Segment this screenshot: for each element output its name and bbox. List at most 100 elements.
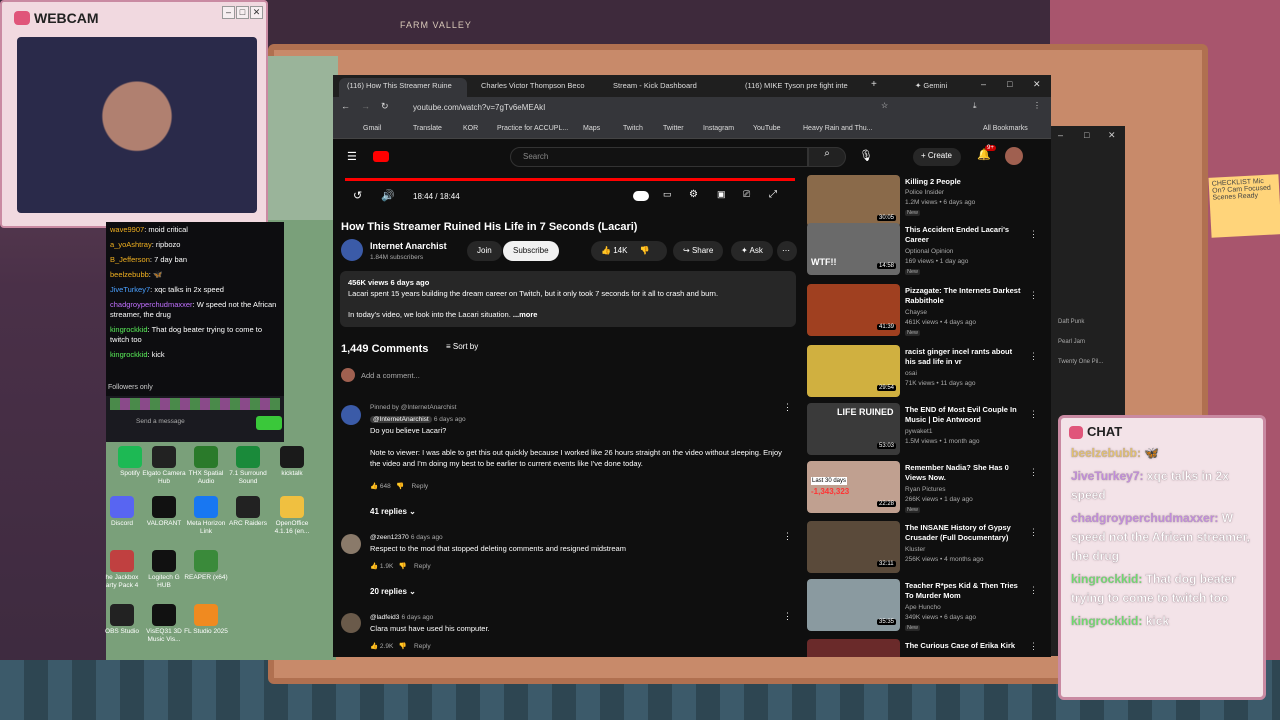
- new-tab-icon[interactable]: +: [871, 79, 877, 90]
- reload-icon[interactable]: ↻: [381, 101, 389, 112]
- desktop-icon-meta[interactable]: Meta Horizon Link: [184, 496, 228, 536]
- desktop-icon-arc[interactable]: ARC Raiders: [226, 496, 270, 528]
- recommended-video[interactable]: 41:39 Pizzagate: The Internets Darkest R…: [807, 284, 1043, 342]
- video-title[interactable]: Remember Nadia? She Has 0 Views Now.: [905, 463, 1025, 483]
- video-title[interactable]: racist ginger incel rants about his sad …: [905, 347, 1025, 367]
- share-button[interactable]: ↪ Share: [673, 241, 724, 261]
- video-channel[interactable]: Ape Huncho: [905, 604, 941, 611]
- video-title[interactable]: The INSANE History of Gypsy Crusader (Fu…: [905, 523, 1025, 543]
- video-channel[interactable]: Ryan Pictures: [905, 486, 945, 493]
- recommended-video[interactable]: 29:54 racist ginger incel rants about hi…: [807, 345, 1043, 403]
- recommended-video[interactable]: Last 30 days -1,343,323 22:28 Remember Na…: [807, 461, 1043, 519]
- youtube-logo-icon[interactable]: [373, 151, 389, 162]
- autoplay-toggle[interactable]: [633, 191, 649, 201]
- download-icon[interactable]: ⤓: [973, 101, 977, 111]
- desktop-icon-elgato[interactable]: Elgato Camera Hub: [142, 446, 186, 486]
- bookmark-twitter[interactable]: Twitter: [663, 125, 684, 132]
- video-channel[interactable]: Optional Opinion: [905, 248, 953, 255]
- video-menu-icon[interactable]: ⋮: [1029, 585, 1038, 596]
- emote-bar[interactable]: [110, 398, 280, 410]
- comment-author[interactable]: @ladfeid3: [370, 614, 399, 621]
- desktop-icon-viseq[interactable]: VisEQ31 3D Music Vis...: [142, 604, 186, 644]
- menu-icon[interactable]: ⋮: [1033, 101, 1041, 110]
- tab-youtube[interactable]: (116) How This Streamer Ruine: [339, 78, 467, 97]
- fullscreen-icon[interactable]: ⤢: [769, 189, 777, 200]
- desktop-icon-kicktalk[interactable]: kicktalk: [270, 446, 314, 478]
- chat-send-button[interactable]: [256, 416, 282, 430]
- video-title[interactable]: The END of Most Evil Couple In Music | D…: [905, 405, 1025, 425]
- playlist-item[interactable]: Twenty One Pil...: [1058, 352, 1103, 372]
- close-icon[interactable]: ✕: [1033, 79, 1041, 90]
- miniplayer-icon[interactable]: ▣: [717, 189, 726, 200]
- commenter-avatar[interactable]: [341, 405, 361, 425]
- commenter-avatar[interactable]: [341, 613, 361, 633]
- url-field[interactable]: youtube.com/watch?v=7gTv6eMEAkI: [403, 100, 863, 116]
- tab-kick[interactable]: Stream - Kick Dashboard: [605, 78, 731, 97]
- video-menu-icon[interactable]: ⋮: [1029, 641, 1038, 652]
- video-channel[interactable]: Police Insider: [905, 189, 944, 196]
- thumbs-down-icon[interactable]: 👎: [399, 563, 407, 570]
- bookmark-youtube[interactable]: YouTube: [753, 125, 781, 132]
- bookmark-heavy-rain[interactable]: Heavy Rain and Thu...: [803, 125, 873, 132]
- bookmark-maps[interactable]: Maps: [583, 125, 600, 132]
- desktop-icon-thx[interactable]: THX Spatial Audio: [184, 446, 228, 486]
- close-icon[interactable]: ✕: [1108, 130, 1116, 141]
- close-icon[interactable]: ✕: [250, 6, 263, 19]
- bookmark-practice[interactable]: Practice for ACCUPL...: [497, 125, 568, 132]
- description-box[interactable]: 456K views 6 days ago Lacari spent 15 ye…: [340, 271, 796, 327]
- desktop-icon-jackbox[interactable]: he Jackbox arty Pack 4: [100, 550, 144, 590]
- hamburger-icon[interactable]: ☰: [347, 150, 357, 163]
- maximize-icon[interactable]: □: [1007, 79, 1012, 89]
- tab-tyson[interactable]: (116) MIKE Tyson pre fight inte: [737, 78, 863, 97]
- commenter-avatar[interactable]: [341, 534, 361, 554]
- subtitles-icon[interactable]: ▭: [663, 189, 672, 200]
- replies-toggle[interactable]: 20 replies ⌄: [370, 587, 416, 596]
- create-button[interactable]: + Create: [913, 148, 961, 166]
- avatar[interactable]: [1005, 147, 1023, 165]
- video-title[interactable]: Pizzagate: The Internets Darkest Rabbith…: [905, 286, 1025, 306]
- bookmark-instagram[interactable]: Instagram: [703, 125, 734, 132]
- video-channel[interactable]: osai: [905, 370, 917, 377]
- recommended-video[interactable]: WTF!! 14:58 This Accident Ended Lacari's…: [807, 223, 1043, 281]
- minimize-icon[interactable]: –: [222, 6, 235, 19]
- maximize-icon[interactable]: □: [1084, 130, 1089, 140]
- back-icon[interactable]: ←: [341, 101, 350, 111]
- video-menu-icon[interactable]: ⋮: [1029, 229, 1038, 240]
- video-menu-icon[interactable]: ⋮: [1029, 409, 1038, 420]
- channel-name[interactable]: Internet Anarchist: [370, 241, 447, 251]
- add-comment-input[interactable]: Add a comment...: [361, 371, 420, 380]
- description-more-link[interactable]: ...more: [513, 310, 538, 319]
- desktop-icon-reaper[interactable]: REAPER (x64): [184, 550, 228, 582]
- video-title[interactable]: The Curious Case of Erika Kirk: [905, 641, 1025, 651]
- comment-menu-icon[interactable]: ⋮: [783, 402, 792, 413]
- ask-button[interactable]: ✦ Ask: [731, 241, 773, 261]
- thumbs-up-icon[interactable]: 👍: [370, 563, 378, 570]
- minimize-icon[interactable]: –: [1058, 130, 1063, 140]
- reply-button[interactable]: Reply: [414, 643, 431, 650]
- subscribe-button[interactable]: Subscribe: [503, 241, 559, 261]
- comment-menu-icon[interactable]: ⋮: [783, 611, 792, 622]
- join-button[interactable]: Join: [467, 241, 502, 261]
- settings-icon[interactable]: ⚙: [689, 189, 698, 200]
- playlist-item[interactable]: Daft Punk: [1058, 312, 1103, 332]
- bookmark-kor[interactable]: KOR: [463, 125, 478, 132]
- microphone-icon[interactable]: 🎙: [859, 149, 873, 162]
- video-channel[interactable]: Chayse: [905, 309, 927, 316]
- send-message-input[interactable]: Send a message: [136, 418, 185, 425]
- desktop-icon-openoffice[interactable]: OpenOffice 4.1.16 (en...: [270, 496, 314, 536]
- video-channel[interactable]: Kluster: [905, 546, 925, 553]
- reply-button[interactable]: Reply: [414, 563, 431, 570]
- thumbs-down-icon[interactable]: 👎: [399, 643, 407, 650]
- replies-toggle[interactable]: 41 replies ⌄: [370, 507, 416, 516]
- video-title[interactable]: This Accident Ended Lacari's Career: [905, 225, 1025, 245]
- sort-button[interactable]: ≡ Sort by: [446, 342, 478, 351]
- tab-charles[interactable]: Charles Victor Thompson Beco: [473, 78, 599, 97]
- more-actions-icon[interactable]: ⋯: [777, 241, 797, 261]
- desktop-icon-discord[interactable]: Discord: [100, 496, 144, 528]
- bookmark-star-icon[interactable]: ☆: [881, 101, 888, 110]
- search-icon[interactable]: ⌕: [808, 147, 846, 167]
- forward-icon[interactable]: →: [361, 101, 370, 111]
- bookmark-twitch[interactable]: Twitch: [623, 125, 643, 132]
- maximize-icon[interactable]: □: [236, 6, 249, 19]
- thumbs-up-icon[interactable]: 👍: [601, 246, 611, 255]
